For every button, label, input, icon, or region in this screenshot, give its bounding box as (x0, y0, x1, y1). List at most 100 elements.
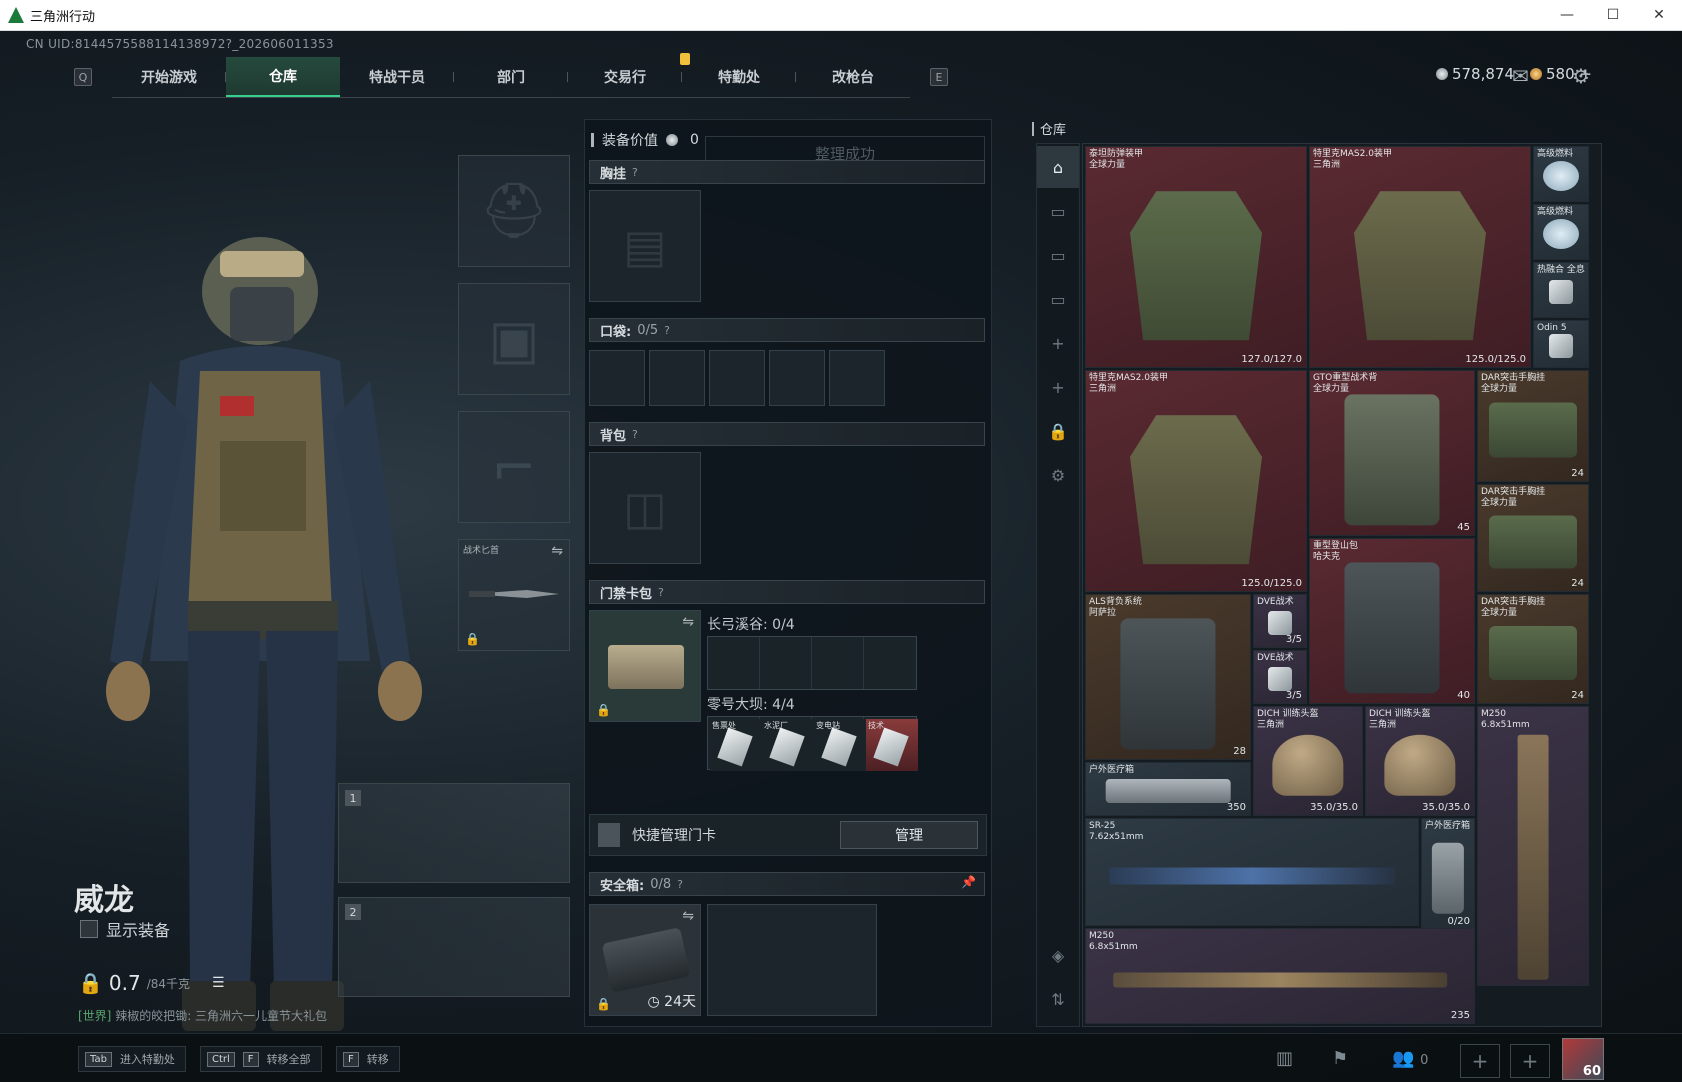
show-equipment-checkbox[interactable] (80, 920, 98, 938)
keycard-item[interactable]: 变电站 (814, 719, 866, 771)
keycard-item[interactable]: 水泥厂 (762, 719, 814, 771)
stash-item-medkit[interactable]: 户外医疗箱 350 (1085, 762, 1251, 816)
invite-slot-button[interactable]: + (1460, 1044, 1500, 1078)
list-icon[interactable]: ☰ (212, 975, 225, 991)
keycard-slot[interactable] (760, 637, 812, 689)
add-page-icon[interactable]: + (1037, 322, 1079, 364)
pin-icon[interactable]: 📌 (961, 875, 976, 889)
keycard-item[interactable]: 技术 (866, 719, 918, 771)
stash-item-fuel[interactable]: 高级燃料 (1533, 146, 1589, 202)
stash-item-chest-rig[interactable]: DAR突击手胸挂 全球力量 24 (1477, 370, 1589, 482)
tab-trading[interactable]: 交易行 (568, 52, 690, 97)
stash-item-sight[interactable]: 热融合 全息 (1533, 262, 1589, 318)
tab-gunsmith[interactable]: 改枪台 (796, 57, 910, 97)
tab-special-ops[interactable]: 特勤处 (682, 57, 796, 97)
stash-item-rifle[interactable]: M250 6.8x51mm 235 (1085, 928, 1475, 1024)
keycard-slot[interactable]: 水泥厂 (760, 717, 814, 771)
friends-icon[interactable]: 👥 0 (1392, 1048, 1428, 1069)
pocket-slot[interactable] (829, 350, 885, 406)
manage-button[interactable]: 管理 (840, 821, 978, 849)
stash-item-backpack[interactable]: ALS背负系统 阿萨拉 28 (1085, 594, 1251, 760)
keycard-slot[interactable] (864, 637, 916, 689)
hint-transfer-all[interactable]: Ctrl F 转移全部 (200, 1046, 322, 1072)
armor-icon: ▣ (488, 307, 540, 371)
stash-item-backpack[interactable]: GTO重型战术背 全球力量 45 (1309, 370, 1475, 536)
stash-item-helmet[interactable]: DICH 训练头盔 三角洲 35.0/35.0 (1253, 706, 1363, 816)
help-icon[interactable]: ? (677, 878, 683, 891)
sort-icon[interactable]: ⇅ (1037, 978, 1079, 1020)
tab-start-game[interactable]: 开始游戏 (112, 57, 226, 97)
keycard-item[interactable]: 售票处 (710, 719, 762, 771)
keycard-slot[interactable]: 技术 (864, 717, 918, 771)
safe-box-grid[interactable] (707, 904, 877, 1016)
mail-icon[interactable]: ✉ (1512, 64, 1529, 88)
swap-icon[interactable]: ⇋ (682, 614, 694, 630)
keycard-slot[interactable]: 售票处 (708, 717, 762, 771)
world-chat[interactable]: [世界] 辣椒的皎把锄: 三角洲六一儿童节大礼包 (78, 1007, 327, 1024)
stash-item-chest-rig[interactable]: DAR突击手胸挂 全球力量 24 (1477, 484, 1589, 592)
chest-rig-icon (1489, 402, 1577, 458)
stash-item-rifle[interactable]: SR-25 7.62x51mm (1085, 818, 1419, 926)
silver-currency: 578,874 (1435, 65, 1514, 83)
minimize-button[interactable]: — (1544, 0, 1590, 31)
stash-item-ammo[interactable]: DVE战术 3/5 (1253, 594, 1307, 648)
backpack-slot[interactable]: ◫ (589, 452, 701, 564)
tab-operators[interactable]: 特战干员 (340, 57, 454, 97)
swap-icon[interactable]: ⇋ (551, 543, 563, 559)
helmet-slot[interactable]: ⛑ (458, 155, 570, 267)
help-icon[interactable]: ? (664, 324, 670, 337)
stash-item-medkit[interactable]: 户外医疗箱 0/20 (1421, 818, 1475, 930)
primary-weapon-slot-1[interactable]: 1 (338, 783, 570, 883)
stash-page-2-icon[interactable]: ▭ (1037, 190, 1079, 232)
maximize-button[interactable]: ☐ (1590, 0, 1636, 31)
close-button[interactable]: ✕ (1636, 0, 1682, 31)
stash-item-armor[interactable]: 泰坦防弹装甲 全球力量 127.0/127.0 (1085, 146, 1307, 368)
keycard-slot[interactable] (708, 637, 760, 689)
chest-rig-slot[interactable]: ▤ (589, 190, 701, 302)
pocket-slot[interactable] (649, 350, 705, 406)
help-icon[interactable]: ? (632, 166, 638, 179)
hint-enter-special-ops[interactable]: Tab 进入特勤处 (78, 1046, 186, 1072)
tab-department[interactable]: 部门 (454, 57, 568, 97)
nav-left-key[interactable]: Q (74, 68, 92, 86)
pocket-slot[interactable] (709, 350, 765, 406)
stash-item-armor[interactable]: 特里克MAS2.0装甲 三角洲 125.0/125.0 (1085, 370, 1307, 592)
armor-slot[interactable]: ▣ (458, 283, 570, 395)
hint-transfer[interactable]: F 转移 (336, 1046, 400, 1072)
stash-item-chest-rig[interactable]: DAR突击手胸挂 全球力量 24 (1477, 594, 1589, 704)
keycard-slot[interactable] (812, 637, 864, 689)
stats-icon[interactable]: ▥ (1276, 1048, 1293, 1069)
keycard-slot[interactable]: 变电站 (812, 717, 866, 771)
stash-item-ammo[interactable]: DVE战术 3/5 (1253, 650, 1307, 704)
gear-icon[interactable]: ⚙ (1037, 454, 1079, 496)
stash-page-4-icon[interactable]: ▭ (1037, 278, 1079, 320)
settings-icon[interactable]: ⚙ (1572, 64, 1590, 88)
stash-item-armor[interactable]: 特里克MAS2.0装甲 三角洲 125.0/125.0 (1309, 146, 1531, 368)
stash-item-fuel[interactable]: 高级燃料 (1533, 204, 1589, 260)
melee-slot[interactable]: 战术匕首 ⇋ 🔒 (458, 539, 570, 651)
help-icon[interactable]: ? (632, 428, 638, 441)
lock-icon[interactable]: 🔒 (1037, 410, 1079, 452)
stash-item-rifle[interactable]: M250 6.8x51mm (1477, 706, 1589, 986)
tab-warehouse[interactable]: 仓库 (226, 56, 340, 97)
pocket-slot[interactable] (769, 350, 825, 406)
help-icon[interactable]: ? (658, 586, 664, 599)
layers-icon[interactable]: ◈ (1037, 934, 1079, 976)
swap-icon[interactable]: ⇋ (682, 908, 694, 924)
safe-box-slot[interactable]: ⇋ 🔒 ◷ 24天 (589, 904, 701, 1016)
primary-weapon-slot-2[interactable]: 2 (338, 897, 570, 997)
player-avatar[interactable]: 60 (1562, 1038, 1604, 1080)
add-page-icon[interactable]: + (1037, 366, 1079, 408)
keycard-wallet-slot[interactable]: ⇋ 🔒 (589, 610, 701, 722)
show-equipment-toggle[interactable]: 显示装备 (80, 917, 170, 941)
pistol-slot[interactable]: ⌐ (458, 411, 570, 523)
stash-item-helmet[interactable]: DICH 训练头盔 三角洲 35.0/35.0 (1365, 706, 1475, 816)
flag-icon[interactable]: ⚑ (1332, 1048, 1348, 1069)
stash-item-scope[interactable]: Odin 5 (1533, 320, 1589, 368)
stash-page-1-icon[interactable]: ⌂ (1037, 146, 1079, 188)
invite-slot-button[interactable]: + (1510, 1044, 1550, 1078)
stash-item-backpack[interactable]: 重型登山包 哈夫克 40 (1309, 538, 1475, 704)
pocket-slot[interactable] (589, 350, 645, 406)
nav-right-key[interactable]: E (930, 68, 948, 86)
stash-page-3-icon[interactable]: ▭ (1037, 234, 1079, 276)
